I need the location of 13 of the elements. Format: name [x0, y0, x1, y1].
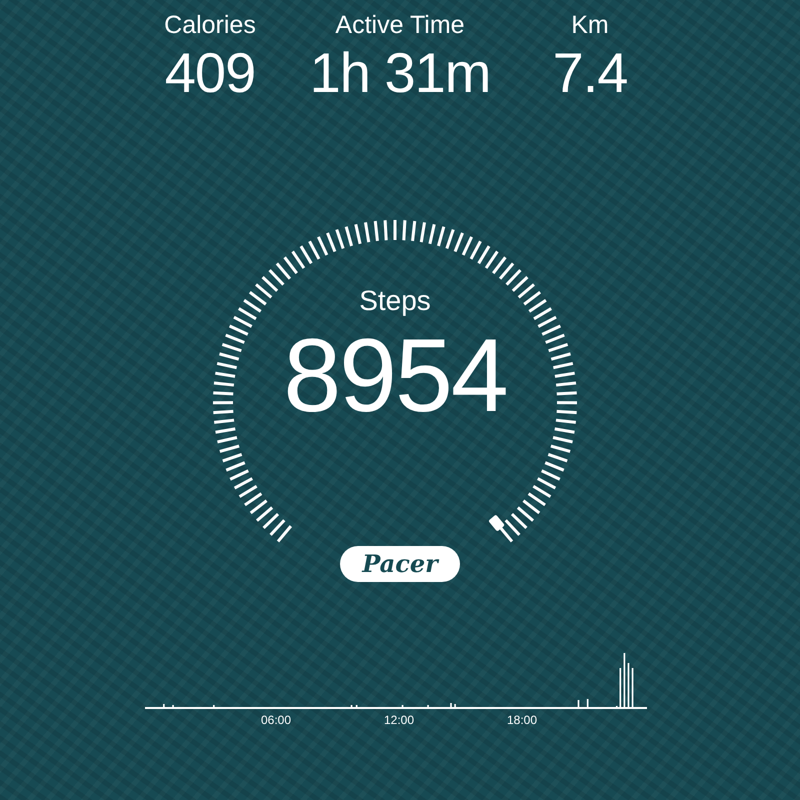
progress-thumb	[488, 514, 505, 532]
hour-label: 12:00	[384, 712, 414, 728]
stat-label: Active Time	[335, 10, 465, 40]
stat-value: 1h 31m	[310, 40, 490, 106]
stat-value: 409	[164, 40, 256, 106]
steps-label: Steps	[359, 284, 431, 318]
hour-label: 06:00	[261, 712, 292, 728]
pacer-logo: Pacer	[340, 546, 460, 582]
stat-label: Calories	[164, 10, 256, 40]
stat-value: 7.4	[552, 40, 628, 106]
hour-label: 18:00	[506, 712, 537, 728]
steps-count: 8954	[283, 318, 507, 434]
stat-label: Km	[571, 10, 609, 40]
